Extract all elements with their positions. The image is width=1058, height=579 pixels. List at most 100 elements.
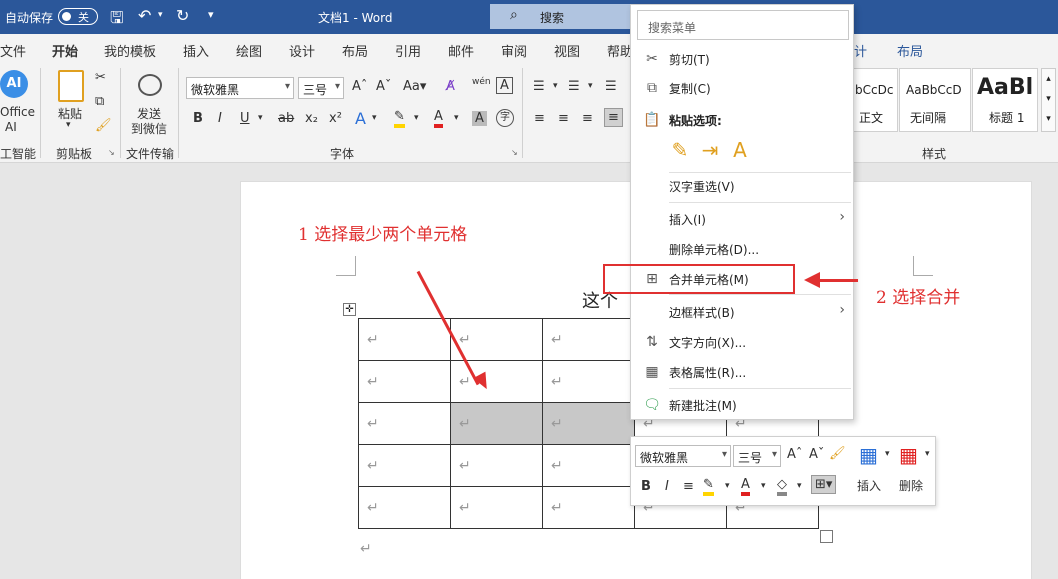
autosave-toggle[interactable]: 关 (58, 8, 98, 25)
chevron-down-icon[interactable]: ▾ (372, 113, 377, 123)
table-cell[interactable]: ↵ (450, 318, 543, 361)
multilevel-list-icon[interactable]: ☰ (605, 79, 617, 94)
undo-dropdown-icon[interactable]: ▾ (158, 10, 163, 20)
clear-formatting-icon[interactable]: A̸ (446, 79, 455, 94)
highlight-icon[interactable]: ✎ (703, 477, 714, 496)
menu-search-input[interactable]: 搜索菜单 (637, 10, 849, 40)
office-ai-icon[interactable]: AI (0, 70, 28, 98)
undo-icon[interactable]: ↶ (138, 6, 151, 25)
save-icon[interactable]: 🖫 (110, 7, 124, 34)
tab-design[interactable]: 设计 (289, 41, 315, 60)
text-effects-icon[interactable]: A (355, 109, 366, 128)
chevron-down-icon[interactable]: ▾ (414, 113, 419, 123)
tab-table-design[interactable]: 计 (854, 41, 867, 60)
tab-draw[interactable]: 绘图 (236, 41, 262, 60)
table-move-handle-icon[interactable]: ✛ (343, 303, 356, 316)
bold-icon[interactable]: B (641, 479, 651, 494)
center-icon[interactable]: ≡ (683, 479, 694, 494)
table-cell[interactable]: ↵ (542, 444, 635, 487)
clipboard-launcher-icon[interactable]: ↘ (108, 148, 115, 157)
borders-icon[interactable]: ⊞▾ (811, 475, 837, 494)
format-painter-icon[interactable]: 🖌 (829, 446, 846, 461)
paste-keep-formatting-icon[interactable]: ✎ (667, 138, 693, 166)
paste-icon[interactable] (58, 70, 84, 102)
tab-file[interactable]: 文件 (0, 41, 26, 60)
superscript-icon[interactable]: x² (329, 111, 342, 126)
font-size-select[interactable]: 三号 ▾ (298, 77, 344, 99)
copy-icon[interactable]: ⧉ (95, 94, 104, 109)
table-resize-handle[interactable] (820, 530, 833, 543)
font-color-icon[interactable]: A (741, 477, 750, 496)
menu-item-new-comment[interactable]: 🗨 新建批注(M) (631, 391, 853, 419)
grow-font-icon[interactable]: Aˆ (352, 79, 367, 94)
delete-table-icon[interactable]: ▦ (899, 443, 918, 467)
character-shading-icon[interactable]: A (472, 111, 487, 126)
table-cell[interactable]: ↵ (358, 402, 451, 445)
customize-toolbar-icon[interactable]: ▾ (208, 8, 214, 21)
table-cell-selected[interactable]: ↵ (542, 402, 635, 445)
style-heading-1[interactable]: AaBl 标题 1 (972, 68, 1038, 132)
chevron-down-icon[interactable]: ▾ (885, 449, 890, 459)
numbering-icon[interactable]: ☰ (568, 79, 580, 94)
chevron-down-icon[interactable]: ▾ (588, 81, 593, 91)
phonetic-guide-icon[interactable]: wén (472, 77, 491, 87)
shrink-font-icon[interactable]: Aˇ (809, 447, 824, 462)
paste-dropdown-icon[interactable]: ▾ (66, 120, 71, 130)
chevron-down-icon[interactable]: ▾ (925, 449, 930, 459)
chevron-down-icon[interactable]: ▾ (258, 113, 263, 123)
paste-text-only-icon[interactable]: A (727, 138, 753, 166)
change-case-icon[interactable]: Aa▾ (403, 79, 426, 94)
justify-icon[interactable]: ≡ (604, 108, 623, 127)
font-name-select[interactable]: 微软雅黑 ▾ (186, 77, 294, 99)
grow-font-icon[interactable]: Aˆ (787, 447, 802, 462)
tab-my-templates[interactable]: 我的模板 (104, 41, 156, 60)
chevron-down-icon[interactable]: ▾ (725, 481, 730, 491)
tab-home[interactable]: 开始 (52, 41, 79, 66)
table-cell[interactable]: ↵ (542, 486, 635, 529)
wechat-icon[interactable] (138, 74, 162, 96)
chevron-down-icon[interactable]: ▾ (454, 113, 459, 123)
styles-scroll[interactable]: ▴ ▾ ▾ (1041, 68, 1056, 132)
insert-table-icon[interactable]: ▦ (859, 443, 878, 467)
menu-item-cut[interactable]: ✂ 剪切(T) (631, 45, 853, 73)
character-border-icon[interactable]: A (496, 77, 513, 94)
table-cell[interactable]: ↵ (358, 318, 451, 361)
tab-layout[interactable]: 布局 (342, 41, 368, 60)
font-launcher-icon[interactable]: ↘ (511, 148, 518, 157)
menu-item-copy[interactable]: ⧉ 复制(C) (631, 74, 853, 102)
table-cell[interactable]: ↵ (358, 360, 451, 403)
search-box[interactable]: ⌕ 搜索 (490, 4, 640, 29)
align-left-icon[interactable]: ≡ (534, 111, 545, 126)
table-cell[interactable]: ↵ (542, 318, 635, 361)
align-right-icon[interactable]: ≡ (582, 111, 593, 126)
menu-item-delete-cells[interactable]: 删除单元格(D)... (631, 235, 853, 263)
style-no-spacing[interactable]: AaBbCcD 无间隔 (899, 68, 971, 132)
highlight-icon[interactable]: ✎ (394, 109, 405, 128)
table-cell[interactable]: ↵ (358, 444, 451, 487)
mini-font-size-select[interactable]: 三号 ▾ (733, 445, 781, 467)
menu-item-table-properties[interactable]: ▦ 表格属性(R)... (631, 358, 853, 386)
menu-item-insert[interactable]: 插入(I) › (631, 205, 853, 233)
underline-icon[interactable]: U (240, 111, 250, 126)
table-cell[interactable]: ↵ (450, 360, 543, 403)
tab-mailings[interactable]: 邮件 (448, 41, 474, 60)
menu-item-reconvert[interactable]: 汉字重选(V) (631, 172, 853, 200)
tab-insert[interactable]: 插入 (183, 41, 209, 60)
paste-merge-formatting-icon[interactable]: ⇥ (697, 138, 723, 166)
subscript-icon[interactable]: x₂ (305, 111, 318, 126)
menu-item-text-direction[interactable]: ⇅ 文字方向(X)... (631, 328, 853, 356)
tab-review[interactable]: 审阅 (501, 41, 527, 60)
bullets-icon[interactable]: ☰ (533, 79, 545, 94)
table-cell[interactable]: ↵ (450, 486, 543, 529)
shading-icon[interactable]: ◇ (777, 477, 787, 496)
tab-view[interactable]: 视图 (554, 41, 580, 60)
format-painter-icon[interactable]: 🖌 (95, 118, 112, 133)
table-cell[interactable]: ↵ (450, 444, 543, 487)
shrink-font-icon[interactable]: Aˇ (376, 79, 391, 94)
cut-icon[interactable]: ✂ (95, 70, 106, 85)
chevron-down-icon[interactable]: ▾ (761, 481, 766, 491)
tab-references[interactable]: 引用 (395, 41, 421, 60)
table-cell[interactable]: ↵ (358, 486, 451, 529)
table-cell[interactable]: ↵ (542, 360, 635, 403)
align-center-icon[interactable]: ≡ (558, 111, 569, 126)
